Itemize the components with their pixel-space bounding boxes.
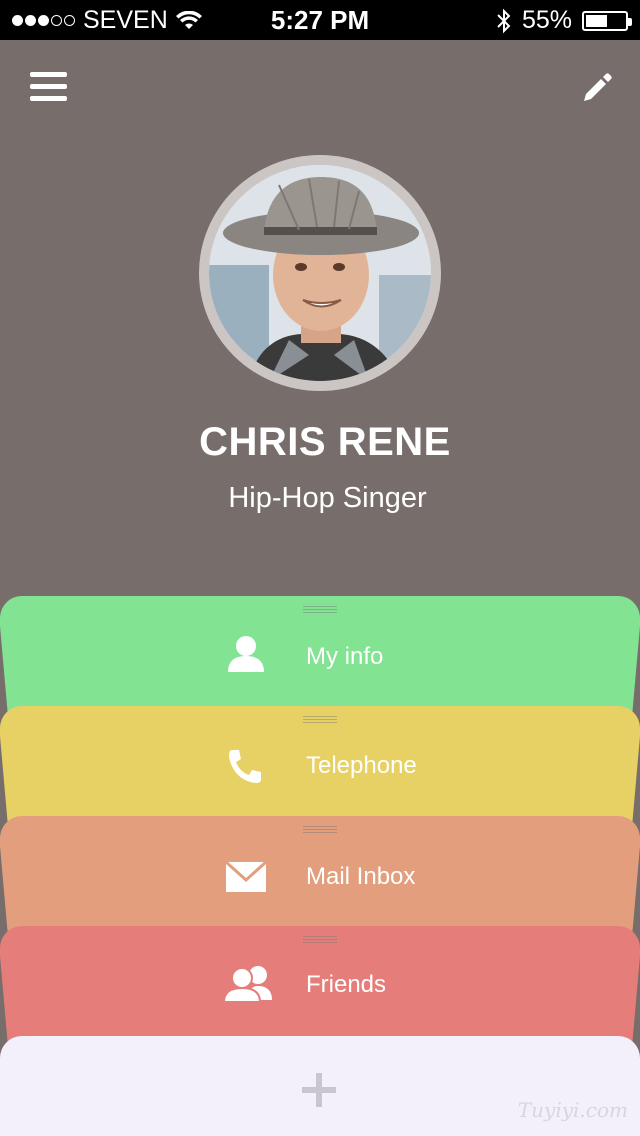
- profile-title: Hip-Hop Singer: [228, 482, 427, 514]
- battery-level: [586, 14, 607, 27]
- watermark: Tuyiyi.com: [517, 1098, 628, 1122]
- drag-handle-icon[interactable]: [303, 936, 337, 945]
- card-label-mail-inbox: Mail Inbox: [306, 863, 416, 890]
- people-icon: [222, 966, 272, 1003]
- bluetooth-icon: [497, 8, 511, 33]
- menu-icon[interactable]: [30, 72, 67, 102]
- drag-handle-icon[interactable]: [303, 826, 337, 835]
- battery-percent: 55%: [521, 6, 572, 34]
- card-label-my-info: My info: [306, 643, 384, 670]
- avatar: [199, 155, 441, 391]
- card-label-telephone: Telephone: [306, 752, 417, 779]
- profile-photo-illustration: [209, 165, 431, 381]
- pencil-icon[interactable]: [580, 70, 614, 104]
- plus-icon[interactable]: [302, 1073, 336, 1107]
- add-panel: Tuyiyi.com: [0, 1036, 640, 1136]
- drag-handle-icon[interactable]: [303, 716, 337, 725]
- phone-icon: [229, 750, 261, 783]
- status-right: 55%: [496, 6, 632, 35]
- avatar-photo: [209, 165, 431, 381]
- drag-handle-icon[interactable]: [303, 606, 337, 615]
- status-bar: SEVEN 5:27 PM 55%: [0, 0, 640, 40]
- profile-name: CHRIS RENE: [199, 420, 451, 464]
- battery-icon: [582, 10, 632, 31]
- envelope-icon: [224, 860, 268, 892]
- person-icon: [228, 636, 264, 672]
- card-label-friends: Friends: [306, 971, 387, 998]
